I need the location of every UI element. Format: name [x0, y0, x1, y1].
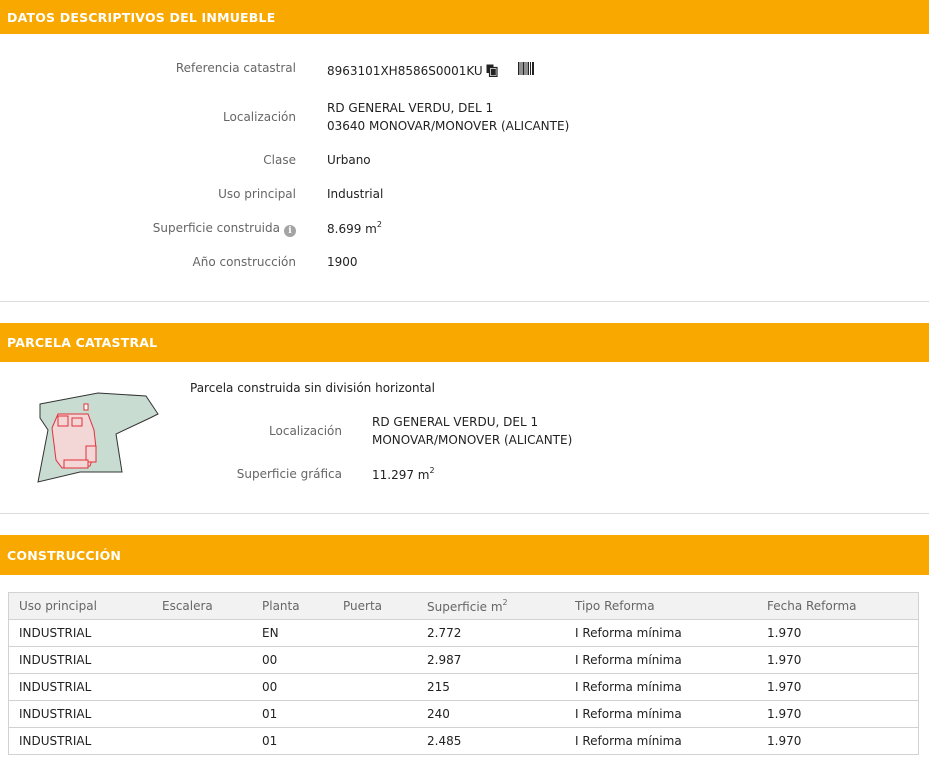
cell-escalera: [152, 673, 252, 701]
datos-section-title: DATOS DESCRIPTIVOS DEL INMUEBLE: [7, 9, 276, 25]
barcode-icon[interactable]: [518, 62, 535, 78]
parcela-superficie-value: 11.297 m2: [372, 466, 435, 482]
cell-superficie: 2.485: [427, 734, 462, 748]
localizacion-label: Localización: [223, 110, 296, 124]
info-icon[interactable]: i: [284, 225, 296, 237]
cell-escalera: [152, 700, 252, 728]
cell-uso: INDUSTRIAL: [9, 646, 152, 674]
parcela-section-header: PARCELA CATASTRAL: [0, 323, 929, 362]
col-puerta: Puerta: [333, 593, 417, 620]
parcela-localizacion-line1: RD GENERAL VERDU, DEL 1: [372, 415, 539, 429]
table-row: INDUSTRIAL 01 2.485 I Reforma mínima 1.9…: [9, 728, 918, 755]
cell-planta: 01: [262, 734, 278, 748]
cell-fecha-reforma: 1.970: [757, 619, 918, 647]
cell-tipo-reforma: I Reforma mínima: [565, 646, 757, 674]
referencia-label: Referencia catastral: [175, 61, 296, 75]
copy-icon[interactable]: [486, 64, 498, 80]
col-superficie: Superficie m2: [417, 593, 565, 620]
cell-uso: INDUSTRIAL: [9, 619, 152, 647]
cell-tipo-reforma: I Reforma mínima: [575, 734, 682, 748]
col-fecha-reforma: Fecha Reforma: [757, 593, 918, 620]
superficie-construida-unit-sup: 2: [376, 220, 382, 229]
table-row: INDUSTRIAL 00 2.987 I Reforma mínima 1.9…: [9, 646, 918, 674]
cell-puerta: [333, 673, 417, 701]
cell-tipo-reforma: I Reforma mínima: [565, 700, 757, 728]
parcela-superficie-label: Superficie gráfica: [236, 467, 342, 481]
cell-superficie: 2.987: [417, 646, 565, 674]
col-planta: Planta: [252, 593, 333, 620]
table-header-row: Uso principal Escalera Planta Puerta Sup…: [9, 593, 918, 620]
parcela-superficie-unit-sup: 2: [429, 466, 435, 475]
superficie-construida-number: 8.699 m: [327, 222, 377, 236]
datos-section-header: DATOS DESCRIPTIVOS DEL INMUEBLE: [0, 0, 929, 34]
parcela-localizacion-line2: MONOVAR/MONOVER (ALICANTE): [372, 433, 573, 447]
cell-puerta: [333, 728, 417, 755]
cell-puerta: [333, 619, 417, 647]
table-row: INDUSTRIAL 00 215 I Reforma mínima 1.970: [9, 673, 918, 701]
cell-uso: INDUSTRIAL: [9, 673, 152, 701]
cell-planta: 00: [252, 646, 333, 674]
clase-value: Urbano: [327, 153, 371, 167]
cell-puerta: [333, 700, 417, 728]
cell-planta: 01: [252, 700, 333, 728]
cell-escalera: [152, 646, 252, 674]
cell-fecha-reforma: 1.970: [757, 673, 918, 701]
uso-principal-value: Industrial: [327, 187, 384, 201]
superficie-construida-text: Superficie construida: [152, 221, 280, 235]
construccion-section-title: CONSTRUCCIÓN: [7, 547, 122, 563]
parcela-localizacion-label: Localización: [269, 424, 342, 438]
uso-principal-label: Uso principal: [218, 187, 296, 201]
col-uso-principal: Uso principal: [9, 593, 152, 620]
cell-superficie: 2.772: [417, 619, 565, 647]
cell-tipo-reforma: I Reforma mínima: [565, 673, 757, 701]
anio-construccion-value: 1900: [327, 255, 358, 269]
clase-label: Clase: [263, 153, 296, 167]
col-escalera: Escalera: [152, 593, 252, 620]
construccion-section-header: CONSTRUCCIÓN: [0, 535, 929, 575]
parcela-tipo: Parcela construida sin división horizont…: [190, 381, 435, 395]
col-tipo-reforma: Tipo Reforma: [565, 593, 757, 620]
col-superficie-text: Superficie m: [427, 599, 503, 614]
cell-uso: INDUSTRIAL: [9, 700, 152, 728]
cell-escalera: [152, 728, 252, 755]
superficie-construida-value: 8.699 m2: [327, 220, 382, 236]
cell-superficie: 215: [417, 673, 565, 701]
parcel-map-thumbnail[interactable]: [28, 388, 163, 488]
cell-superficie: 240: [417, 700, 565, 728]
cell-uso: INDUSTRIAL: [19, 734, 92, 748]
anio-construccion-label: Año construcción: [192, 255, 297, 269]
cell-fecha-reforma: 1.970: [767, 734, 802, 748]
superficie-construida-label: Superficie construida i: [153, 221, 296, 237]
parcela-section-title: PARCELA CATASTRAL: [7, 335, 158, 350]
cell-planta: 00: [252, 673, 333, 701]
table-row: INDUSTRIAL EN 2.772 I Reforma mínima 1.9…: [9, 619, 918, 647]
referencia-value: 8963101XH8586S0001KU: [327, 64, 498, 80]
col-superficie-unit-sup: 2: [502, 597, 508, 607]
parcela-superficie-number: 11.297 m: [372, 468, 430, 482]
cell-fecha-reforma: 1.970: [757, 700, 918, 728]
cell-fecha-reforma: 1.970: [757, 646, 918, 674]
cell-tipo-reforma: I Reforma mínima: [565, 619, 757, 647]
cell-escalera: [152, 619, 252, 647]
localizacion-line2: 03640 MONOVAR/MONOVER (ALICANTE): [327, 119, 570, 133]
localizacion-line1: RD GENERAL VERDU, DEL 1: [327, 101, 494, 115]
construccion-table: Uso principal Escalera Planta Puerta Sup…: [8, 592, 919, 755]
cell-planta: EN: [252, 619, 333, 647]
cell-puerta: [333, 646, 417, 674]
table-row: INDUSTRIAL 01 240 I Reforma mínima 1.970: [9, 700, 918, 728]
referencia-text[interactable]: 8963101XH8586S0001KU: [327, 64, 483, 78]
